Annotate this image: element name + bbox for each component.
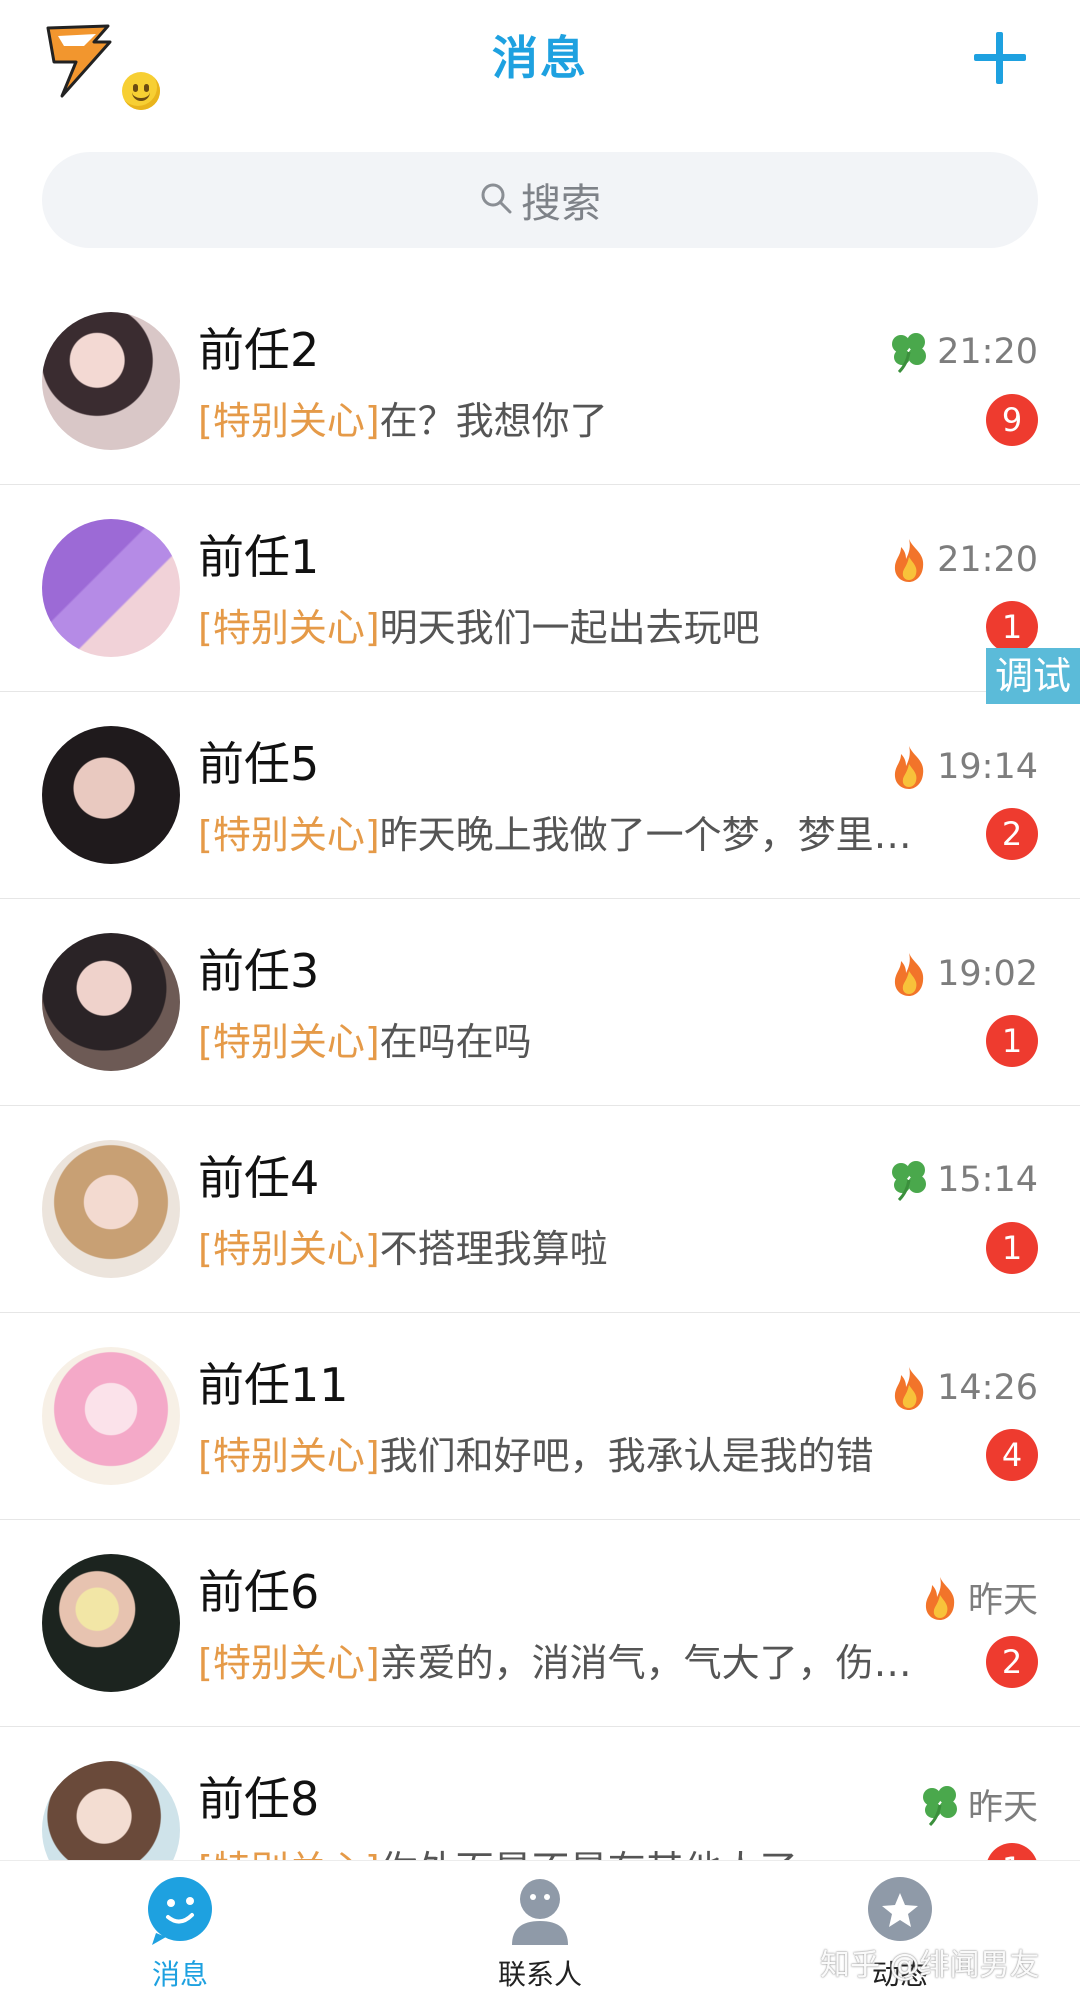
- message-text: 在吗在吗: [379, 1020, 532, 1064]
- unread-badge: 1: [986, 1015, 1038, 1067]
- unread-badge: 1: [986, 1843, 1038, 1860]
- chat-row[interactable]: 前任1 [特别关心]明天我们一起出去玩吧 21:20 1: [0, 485, 1080, 692]
- message-time: 21:20: [937, 540, 1038, 580]
- special-care-tag: [特别关心]: [198, 1227, 380, 1271]
- message-time: 15:14: [937, 1160, 1038, 1200]
- clover-icon: [889, 330, 929, 374]
- unread-badge: 1: [986, 601, 1038, 653]
- chat-meta: 昨天: [920, 1779, 1038, 1830]
- watermark: 知乎 @绯闻男友: [820, 1948, 1040, 1983]
- special-care-tag: [特别关心]: [198, 1641, 380, 1685]
- message-text: 你外面是不是有其他人了: [380, 1848, 798, 1860]
- contact-name: 前任3: [198, 944, 320, 998]
- chat-row[interactable]: 前任3 [特别关心]在吗在吗 19:02 1: [0, 899, 1080, 1106]
- message-icon: [144, 1875, 216, 1947]
- contact-name: 前任6: [198, 1565, 320, 1619]
- message-time: 昨天: [967, 1788, 1038, 1828]
- conversation-list: 前任2 [特别关心]在？我想你了 21:20 9 前任1 [特别关心]明天我们一起出去玩吧…: [0, 278, 1080, 1860]
- message-preview: [特别关心]明天我们一起出去玩吧: [198, 597, 938, 652]
- message-time: 19:02: [937, 954, 1038, 994]
- message-preview: [特别关心]在？我想你了: [198, 390, 938, 445]
- message-preview: [特别关心]亲爱的，消消气，气大了，伤身...: [198, 1632, 938, 1687]
- chat-meta: 昨天: [920, 1572, 1038, 1623]
- bottom-tab-bar: 消息 联系人 动态: [0, 1860, 1080, 2009]
- special-care-tag: [特别关心]: [198, 813, 380, 857]
- avatar[interactable]: [42, 1761, 180, 1860]
- chat-meta: 14:26: [889, 1365, 1038, 1411]
- search-icon: [479, 181, 513, 219]
- chat-row[interactable]: 前任2 [特别关心]在？我想你了 21:20 9: [0, 278, 1080, 485]
- special-care-tag: [特别关心]: [198, 606, 380, 650]
- contact-name: 前任5: [198, 737, 320, 791]
- message-preview: [特别关心]我们和好吧，我承认是我的错: [198, 1425, 938, 1480]
- chat-row[interactable]: 前任8 [特别关心]你外面是不是有其他人了 昨天 1: [0, 1727, 1080, 1860]
- flame-icon: [920, 1575, 960, 1621]
- search-bar[interactable]: 搜索: [42, 152, 1038, 248]
- search-placeholder: 搜索: [521, 181, 601, 227]
- message-preview: [特别关心]你外面是不是有其他人了: [198, 1839, 938, 1860]
- star-icon: [864, 1875, 936, 1947]
- message-text: 明天我们一起出去玩吧: [379, 606, 760, 650]
- message-preview: [特别关心]昨天晚上我做了一个梦，梦里上...: [198, 804, 938, 859]
- tab-label: 联系人: [497, 1958, 582, 1991]
- avatar[interactable]: [42, 726, 180, 864]
- unread-badge: 9: [986, 394, 1038, 446]
- avatar[interactable]: [42, 519, 180, 657]
- message-preview: [特别关心]不搭理我算啦: [198, 1218, 938, 1273]
- flame-icon: [889, 1365, 929, 1411]
- avatar[interactable]: [42, 933, 180, 1071]
- add-button[interactable]: [970, 28, 1030, 88]
- page-title: 消息: [492, 31, 588, 85]
- clover-icon: [920, 1783, 960, 1827]
- unread-badge: 2: [986, 808, 1038, 860]
- chat-meta: 21:20: [889, 330, 1038, 374]
- special-care-tag: [特别关心]: [198, 399, 380, 443]
- contacts-icon: [504, 1875, 576, 1947]
- message-text: 不搭理我算啦: [379, 1227, 608, 1271]
- unread-badge: 2: [986, 1636, 1038, 1688]
- app-header: 消息: [0, 0, 1080, 130]
- contact-name: 前任11: [198, 1358, 349, 1412]
- avatar[interactable]: [42, 1140, 180, 1278]
- flame-icon: [889, 951, 929, 997]
- chat-meta: 21:20: [889, 537, 1038, 583]
- avatar[interactable]: [42, 1554, 180, 1692]
- contact-name: 前任4: [198, 1151, 320, 1205]
- chat-row[interactable]: 前任5 [特别关心]昨天晚上我做了一个梦，梦里上... 19:14 2: [0, 692, 1080, 899]
- unread-badge: 1: [986, 1222, 1038, 1274]
- chat-meta: 19:02: [889, 951, 1038, 997]
- flame-icon: [889, 537, 929, 583]
- chat-meta: 19:14: [889, 744, 1038, 790]
- message-text: 昨天晚上我做了一个梦，梦里上...: [379, 813, 938, 857]
- message-preview: [特别关心]在吗在吗: [198, 1011, 938, 1066]
- special-care-tag: [特别关心]: [198, 1020, 380, 1064]
- unread-badge: 4: [986, 1429, 1038, 1481]
- tab-label: 消息: [151, 1958, 208, 1991]
- message-text: 亲爱的，消消气，气大了，伤身...: [379, 1641, 938, 1685]
- message-time: 21:20: [937, 332, 1038, 372]
- special-care-tag: [特别关心]: [198, 1434, 380, 1478]
- chat-row[interactable]: 前任11 [特别关心]我们和好吧，我承认是我的错 14:26 4: [0, 1313, 1080, 1520]
- avatar[interactable]: [42, 312, 180, 450]
- contact-name: 前任8: [198, 1772, 320, 1826]
- contact-name: 前任2: [198, 323, 320, 377]
- flame-icon: [889, 744, 929, 790]
- special-care-tag: [特别关心]: [198, 1848, 380, 1860]
- message-time: 昨天: [967, 1581, 1038, 1621]
- chat-row[interactable]: 前任4 [特别关心]不搭理我算啦 15:14 1: [0, 1106, 1080, 1313]
- tab-messages[interactable]: 消息: [80, 1875, 280, 2005]
- avatar[interactable]: [42, 1347, 180, 1485]
- debug-button[interactable]: 调试: [986, 648, 1080, 704]
- clover-icon: [889, 1158, 929, 1202]
- message-time: 19:14: [937, 747, 1038, 787]
- chat-meta: 15:14: [889, 1158, 1038, 1202]
- chat-row[interactable]: 前任6 [特别关心]亲爱的，消消气，气大了，伤身... 昨天 2: [0, 1520, 1080, 1727]
- contact-name: 前任1: [198, 530, 320, 584]
- tab-contacts[interactable]: 联系人: [440, 1875, 640, 2005]
- message-text: 在？我想你了: [379, 399, 608, 443]
- message-time: 14:26: [937, 1368, 1038, 1408]
- message-text: 我们和好吧，我承认是我的错: [379, 1434, 874, 1478]
